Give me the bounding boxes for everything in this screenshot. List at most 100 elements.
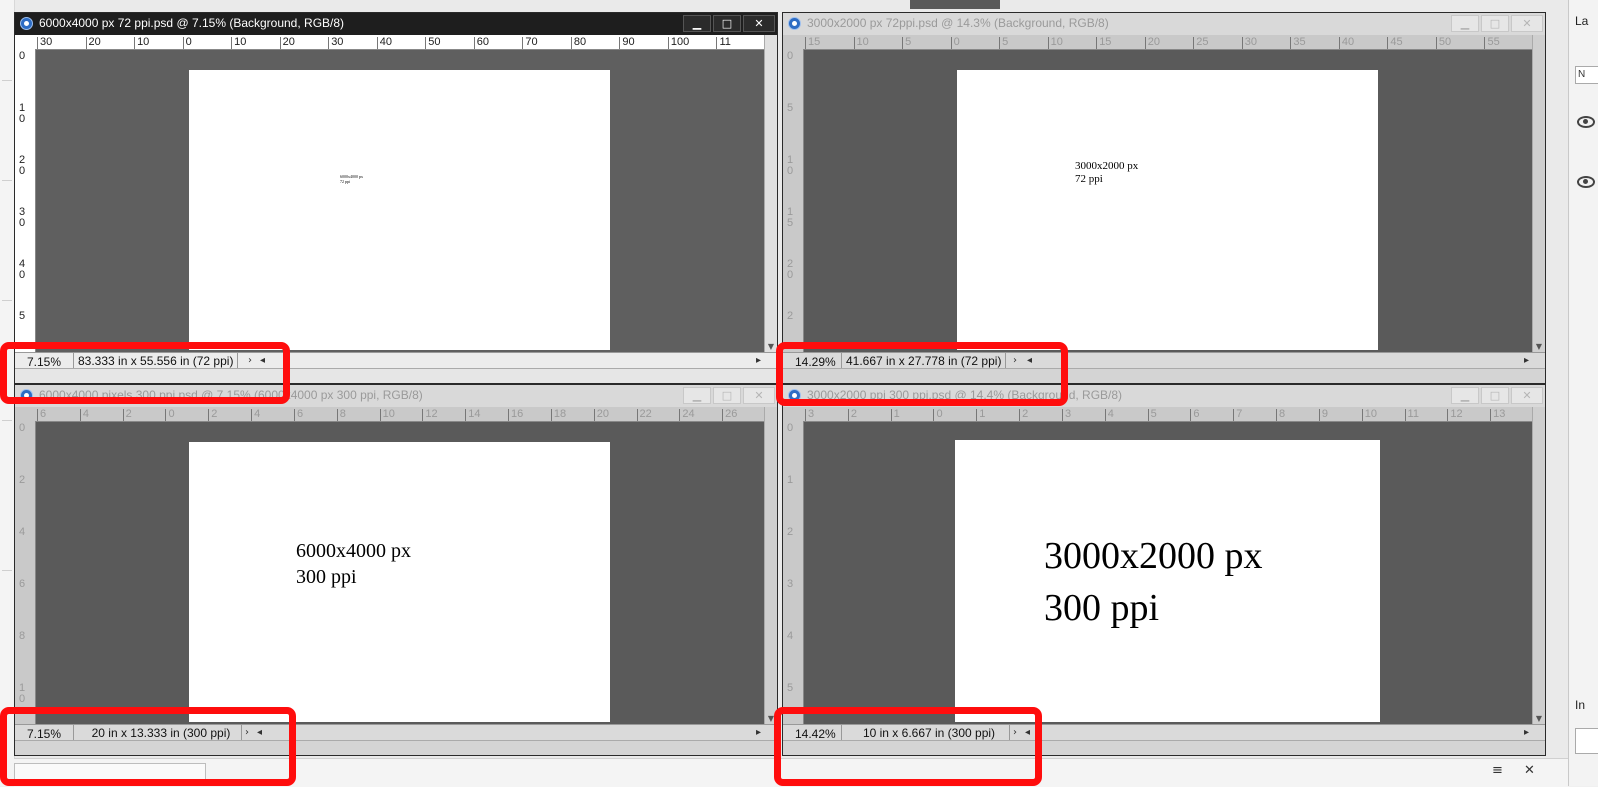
ruler-tick [1104,409,1106,421]
scroll-left-arrow[interactable]: ◂ [260,353,265,369]
close-icon[interactable]: ✕ [1524,763,1535,778]
ruler-label: 10 [787,154,794,177]
scroll-left-arrow[interactable]: ◂ [1027,353,1032,369]
document-size-info: 41.667 in x 27.778 in (72 ppi) [842,353,1007,369]
vertical-ruler[interactable]: 024681012 [15,421,36,725]
ruler-label: 11 [1407,408,1419,420]
document-page[interactable]: 3000x2000 px 72 ppi [957,70,1378,350]
ruler-label: 0 [185,36,192,48]
maximize-button[interactable]: □ [713,15,741,32]
minimize-button[interactable]: ▁ [683,387,711,404]
ruler-origin[interactable] [783,35,804,50]
title-bar[interactable]: 3000x2000 px 72ppi.psd @ 14.3% (Backgrou… [783,13,1545,35]
vertical-ruler[interactable]: 0 5 10 15 20 2 [783,49,804,353]
document-page[interactable]: 3000x2000 px 300 ppi [955,440,1380,722]
horizontal-ruler[interactable]: 6 4 2 0 2 4 6 8 10 12 14 16 18 20 22 24 26 [35,407,765,422]
horizontal-scrollbar[interactable] [783,740,1545,755]
close-button[interactable]: ✕ [1511,387,1543,404]
vertical-scrollbar[interactable]: ▼ [764,407,777,725]
zoom-level[interactable]: 7.15% [17,353,74,369]
ruler-label: 0 [19,50,26,62]
ruler-label: 5 [787,682,794,694]
ruler-label: 10 [234,36,247,48]
status-menu-arrow[interactable]: › [1013,353,1017,369]
vertical-scrollbar[interactable]: ▼ [1532,35,1545,353]
zoom-level[interactable]: 7.15% [17,725,74,741]
eye-icon[interactable] [1577,176,1595,188]
minimize-button[interactable]: ▁ [1451,15,1479,32]
minimize-button[interactable]: ▁ [1451,387,1479,404]
document-page[interactable]: 6000x4000 px 300 ppi [189,442,610,722]
title-bar[interactable]: 3000x2000 ppi 300 ppi.psd @ 14.4% (Backg… [783,385,1545,407]
horizontal-ruler[interactable]: 15 10 5 0 5 10 15 20 25 30 35 40 45 50 55 [803,35,1533,50]
scroll-right-arrow[interactable]: ▸ [1524,725,1529,741]
ruler-label: 0 [168,408,175,420]
ruler-label: 5 [787,102,794,114]
ruler-label: 10 [19,682,26,705]
ruler-label: 2 [19,474,26,486]
ruler-tick [522,37,524,49]
scroll-left-arrow[interactable]: ◂ [1025,725,1030,741]
zoom-level[interactable]: 14.29% [785,353,842,369]
close-button[interactable]: ✕ [743,387,775,404]
canvas-area[interactable]: 6000x4000 px 72 ppi [36,50,764,353]
list-icon[interactable]: ≡ [1492,763,1503,778]
ruler-origin[interactable] [783,407,804,422]
horizontal-scrollbar[interactable] [783,368,1545,383]
zoom-level[interactable]: 14.42% [785,725,842,741]
ruler-tick [1490,409,1492,421]
vertical-ruler[interactable]: 0123456 [783,421,804,725]
scroll-right-arrow[interactable]: ▸ [756,353,761,369]
canvas-area[interactable]: 3000x2000 px 300 ppi [804,422,1532,725]
vertical-scrollbar[interactable]: ▼ [764,35,777,353]
panel-tab[interactable] [910,0,1000,9]
ruler-tick [805,409,806,421]
photoshop-icon [20,389,33,402]
ruler-tick [847,409,849,421]
close-button[interactable]: ✕ [1511,15,1543,32]
scroll-left-arrow[interactable]: ◂ [257,725,262,741]
maximize-button[interactable]: □ [1481,15,1509,32]
ruler-label: 55 [1487,36,1500,48]
maximize-button[interactable]: □ [713,387,741,404]
eye-icon[interactable] [1577,116,1595,128]
ruler-tick [165,409,167,421]
vertical-scrollbar[interactable]: ▼ [1532,407,1545,725]
ruler-label: 2 [1022,408,1029,420]
document-window[interactable]: 6000x4000 px 72 ppi.psd @ 7.15% (Backgro… [14,12,778,384]
info-panel-label: In [1575,698,1586,712]
horizontal-scrollbar[interactable] [15,740,777,755]
ruler-label: 8 [19,630,26,642]
ruler-origin[interactable] [15,35,36,50]
status-menu-arrow[interactable]: › [1013,725,1017,741]
ruler-label: 6 [40,408,47,420]
status-menu-arrow[interactable]: › [248,353,252,369]
ruler-label: 20 [88,36,101,48]
document-window[interactable]: 6000x4000 pixels 300 ppi.psd @ 7.15% (60… [14,384,778,756]
horizontal-ruler[interactable]: 3 2 1 0 1 2 3 4 5 6 7 8 9 10 11 12 13 [803,407,1533,422]
ruler-label: 0 [787,422,794,434]
ruler-tick [293,409,295,421]
title-bar[interactable]: 6000x4000 px 72 ppi.psd @ 7.15% (Backgro… [15,13,777,35]
horizontal-scrollbar[interactable] [15,368,777,383]
ruler-tick [1435,37,1437,49]
document-tab[interactable] [14,763,206,785]
document-window[interactable]: 3000x2000 px 72ppi.psd @ 14.3% (Backgrou… [782,12,1546,384]
document-page[interactable]: 6000x4000 px 72 ppi [189,70,610,350]
ruler-origin[interactable] [15,407,36,422]
minimize-button[interactable]: ▁ [683,15,711,32]
document-window[interactable]: 3000x2000 ppi 300 ppi.psd @ 14.4% (Backg… [782,384,1546,756]
close-button[interactable]: ✕ [743,15,775,32]
ruler-label: 3 [787,578,794,590]
status-menu-arrow[interactable]: › [245,725,249,741]
blend-mode-select[interactable]: N [1575,66,1598,84]
scroll-right-arrow[interactable]: ▸ [756,725,761,741]
horizontal-ruler[interactable]: 30 20 10 0 10 20 30 40 50 60 70 80 90 100 11 [35,35,765,50]
ruler-tick [999,37,1001,49]
vertical-ruler[interactable]: 0 10 20 30 40 5 [15,49,36,353]
canvas-area[interactable]: 3000x2000 px 72 ppi [804,50,1532,353]
canvas-area[interactable]: 6000x4000 px 300 ppi [36,422,764,725]
scroll-right-arrow[interactable]: ▸ [1524,353,1529,369]
maximize-button[interactable]: □ [1481,387,1509,404]
title-bar[interactable]: 6000x4000 pixels 300 ppi.psd @ 7.15% (60… [15,385,777,407]
